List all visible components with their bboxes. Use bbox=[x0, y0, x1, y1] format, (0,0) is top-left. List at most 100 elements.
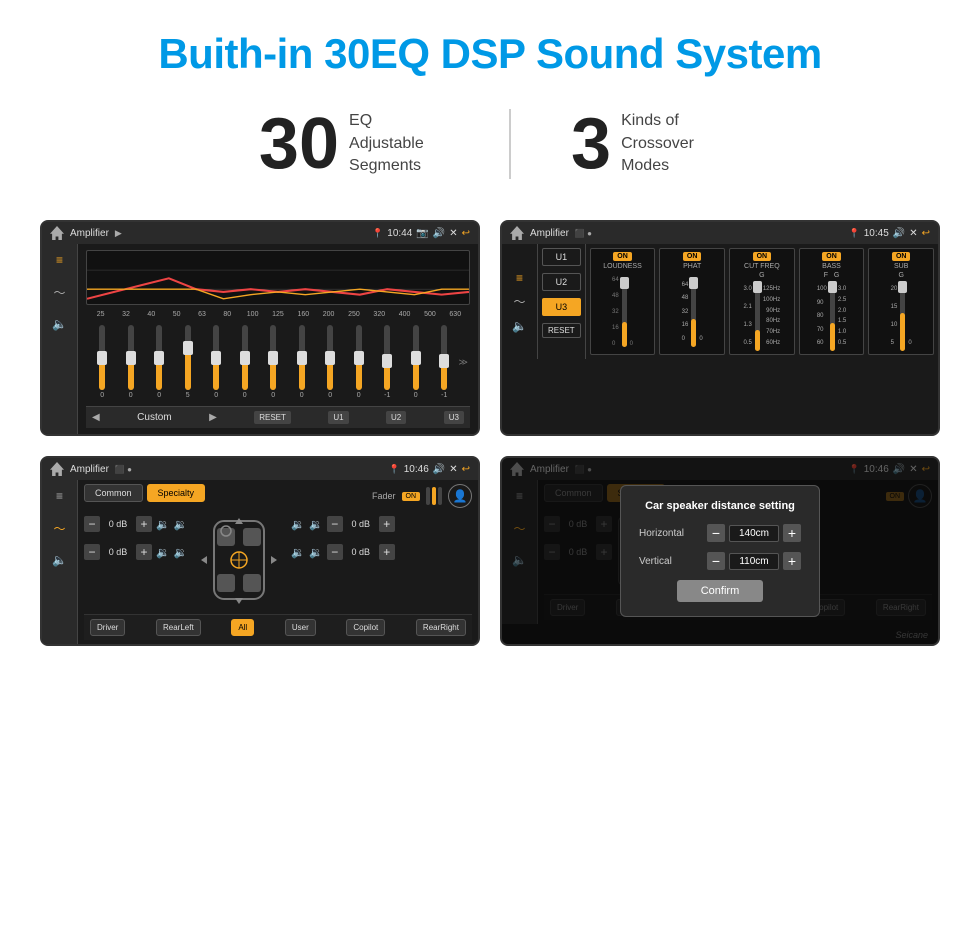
preset-label: Custom bbox=[137, 412, 171, 423]
specialty-tab-3[interactable]: Specialty bbox=[147, 484, 206, 502]
all-btn[interactable]: All bbox=[231, 619, 254, 636]
u2-btn[interactable]: U2 bbox=[386, 411, 406, 424]
horizontal-plus-btn[interactable]: + bbox=[783, 524, 801, 542]
reset-btn[interactable]: RESET bbox=[254, 411, 291, 424]
db-plus-rl[interactable]: + bbox=[136, 544, 152, 560]
close-icon-2: ✕ bbox=[909, 228, 917, 239]
tab-row-3: Common Specialty bbox=[84, 484, 205, 502]
eq-freq-labels: 25 32 40 50 63 80 100 125 160 200 250 32… bbox=[86, 311, 470, 318]
record-icon: ⬛ ● bbox=[575, 229, 592, 238]
db-row-rr: 🔉 🔉 − 0 dB + bbox=[291, 544, 394, 560]
horizontal-minus-btn[interactable]: − bbox=[707, 524, 725, 542]
u2-dsp-btn[interactable]: U2 bbox=[542, 273, 581, 291]
loc-icon-3: 📍 bbox=[389, 464, 400, 475]
wave-icon-3[interactable]: 〜 bbox=[50, 518, 70, 538]
u-buttons-col: ≡ 〜 🔈 bbox=[502, 244, 538, 359]
copilot-btn[interactable]: Copilot bbox=[346, 619, 385, 636]
right-controls: 🔉 🔉 − 0 dB + 🔉 🔉 − bbox=[291, 516, 394, 566]
vertical-value: 110cm bbox=[729, 553, 779, 570]
back-icon[interactable]: ↩ bbox=[462, 228, 470, 239]
phat-on[interactable]: ON bbox=[683, 252, 702, 261]
speaker-icon-rl: 🔉 bbox=[156, 546, 170, 559]
u3-btn[interactable]: U3 bbox=[444, 411, 464, 424]
dialog-horizontal-row: Horizontal − 140cm + bbox=[639, 524, 801, 542]
expand-icon[interactable]: ≫ bbox=[459, 357, 468, 368]
crossover-stat: 3 Kinds of Crossover Modes bbox=[511, 108, 781, 180]
left-controls: − 0 dB + 🔉 🔉 − 0 dB + bbox=[84, 516, 187, 566]
speaker-icon-rl2: 🔉 bbox=[174, 546, 188, 559]
db-val-rl: 0 dB bbox=[104, 547, 132, 557]
fader-row: Fader ON 👤 bbox=[372, 484, 472, 508]
loudness-channel: ON LOUDNESS 644832160 0 bbox=[590, 248, 656, 355]
db-plus-fr[interactable]: + bbox=[379, 516, 395, 532]
db-row-fr: 🔉 🔉 − 0 dB + bbox=[291, 516, 394, 532]
reset-dsp-btn[interactable]: RESET bbox=[542, 323, 581, 338]
back-icon-2[interactable]: ↩ bbox=[922, 228, 930, 239]
db-plus-fl[interactable]: + bbox=[136, 516, 152, 532]
speaker-toolbar-icon[interactable]: 🔈 bbox=[50, 314, 70, 334]
close-icon-3: ✕ bbox=[449, 464, 457, 475]
vertical-minus-btn[interactable]: − bbox=[707, 552, 725, 570]
side-toolbar-3: ≡ 〜 🔈 bbox=[42, 480, 78, 644]
status-bar-2: Amplifier ⬛ ● 📍 10:45 🔊 ✕ ↩ bbox=[502, 222, 938, 244]
spk-icon-2[interactable]: 🔈 bbox=[510, 316, 530, 336]
wave-icon-2[interactable]: 〜 bbox=[510, 292, 530, 312]
back-icon-3[interactable]: ↩ bbox=[462, 464, 470, 475]
speaker-icon-rr: 🔉 bbox=[291, 546, 305, 559]
screen-4: Amplifier ⬛ ● 📍 10:46 🔊 ✕ ↩ ≡ 〜 🔈 Common bbox=[500, 456, 940, 646]
crossover-label: Kinds of Crossover Modes bbox=[621, 110, 721, 177]
home-icon-2[interactable] bbox=[510, 226, 524, 240]
u1-dsp-btn[interactable]: U1 bbox=[542, 248, 581, 266]
eq-content: 25 32 40 50 63 80 100 125 160 200 250 32… bbox=[78, 244, 478, 434]
db-val-fr: 0 dB bbox=[347, 519, 375, 529]
fader-on[interactable]: ON bbox=[402, 492, 421, 501]
bottom-btns-3: Driver RearLeft All User Copilot RearRig… bbox=[84, 614, 472, 640]
bass-on[interactable]: ON bbox=[822, 252, 841, 261]
dsp-channels: ON LOUDNESS 644832160 0 ON PHAT 64483216… bbox=[586, 244, 938, 359]
slider-track-1[interactable] bbox=[99, 325, 105, 390]
home-icon-3[interactable] bbox=[50, 462, 64, 476]
eq-stat: 30 EQ Adjustable Segments bbox=[199, 108, 509, 180]
side-toolbar-1: ≡ 〜 🔈 bbox=[42, 244, 78, 434]
dialog-title: Car speaker distance setting bbox=[639, 500, 801, 512]
close-icon: ✕ bbox=[449, 228, 457, 239]
cutfreq-on[interactable]: ON bbox=[753, 252, 772, 261]
fader-label: Fader bbox=[372, 491, 396, 501]
db-minus-rr[interactable]: − bbox=[327, 544, 343, 560]
next-btn[interactable]: ▶ bbox=[209, 412, 217, 423]
driver-btn[interactable]: Driver bbox=[90, 619, 125, 636]
eq-toolbar-icon[interactable]: ≡ bbox=[50, 250, 70, 270]
u3-dsp-btn[interactable]: U3 bbox=[542, 298, 581, 316]
db-minus-fl[interactable]: − bbox=[84, 516, 100, 532]
eq-icon-2[interactable]: ≡ bbox=[510, 268, 530, 288]
db-minus-rl[interactable]: − bbox=[84, 544, 100, 560]
confirm-button[interactable]: Confirm bbox=[677, 580, 764, 602]
horizontal-label: Horizontal bbox=[639, 528, 694, 539]
sub-on[interactable]: ON bbox=[892, 252, 911, 261]
wave-toolbar-icon[interactable]: 〜 bbox=[50, 282, 70, 302]
user-btn[interactable]: User bbox=[285, 619, 316, 636]
db-plus-rr[interactable]: + bbox=[379, 544, 395, 560]
db-minus-fr[interactable]: − bbox=[327, 516, 343, 532]
u1-btn[interactable]: U1 bbox=[328, 411, 348, 424]
play-icon: ▶ bbox=[115, 228, 122, 239]
loudness-on[interactable]: ON bbox=[613, 252, 632, 261]
rearright-btn[interactable]: RearRight bbox=[416, 619, 466, 636]
rearleft-btn[interactable]: RearLeft bbox=[156, 619, 201, 636]
horizontal-value: 140cm bbox=[729, 525, 779, 542]
volume-icon: 🔊 bbox=[433, 228, 445, 239]
prev-btn[interactable]: ◀ bbox=[92, 412, 100, 423]
vertical-plus-btn[interactable]: + bbox=[783, 552, 801, 570]
home-icon[interactable] bbox=[50, 226, 64, 240]
app-title-1: Amplifier bbox=[70, 228, 109, 239]
dialog-vertical-row: Vertical − 110cm + bbox=[639, 552, 801, 570]
common-tab-3[interactable]: Common bbox=[84, 484, 143, 502]
bass-channel: ON BASS F G 10090807060 3.02.52.01.51.00… bbox=[799, 248, 865, 355]
crossover-number: 3 bbox=[571, 108, 611, 180]
camera-icon: 📷 bbox=[416, 228, 428, 239]
spk-icon-3[interactable]: 🔈 bbox=[50, 550, 70, 570]
page-title: Buith-in 30EQ DSP Sound System bbox=[0, 0, 980, 98]
eq-icon-3[interactable]: ≡ bbox=[50, 486, 70, 506]
status-bar-3: Amplifier ⬛ ● 📍 10:46 🔊 ✕ ↩ bbox=[42, 458, 478, 480]
user-icon[interactable]: 👤 bbox=[448, 484, 472, 508]
